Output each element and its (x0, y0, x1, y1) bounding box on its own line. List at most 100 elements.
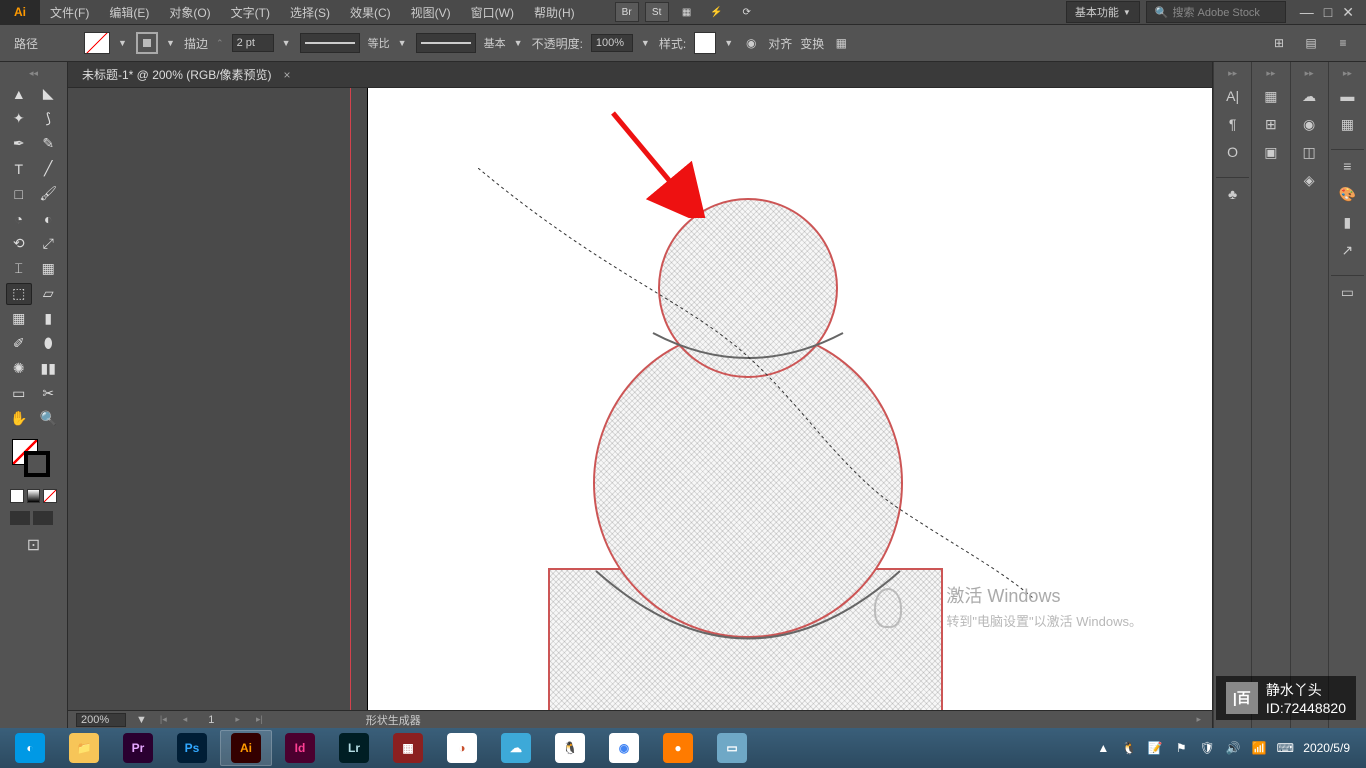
brushes-panel-icon[interactable]: ▬ (1331, 84, 1364, 108)
stroke-profile-preview[interactable] (416, 33, 476, 53)
rectangle-tool[interactable]: □ (6, 183, 32, 205)
brush-tool[interactable]: 🖌 (35, 183, 61, 205)
menu-file[interactable]: 文件(F) (40, 4, 99, 21)
taskbar-app-0[interactable]: ◐ (4, 730, 56, 766)
menu-object[interactable]: 对象(O) (159, 4, 220, 21)
dock-collapse-3[interactable]: ▸▸ (1293, 66, 1326, 80)
document-tab-close[interactable]: × (284, 68, 291, 82)
isolate-icon[interactable]: ▦ (832, 34, 850, 52)
eraser-tool[interactable]: ◐ (35, 208, 61, 230)
menu-view[interactable]: 视图(V) (401, 4, 461, 21)
taskbar-app-3[interactable]: Ps (166, 730, 218, 766)
eyedropper-tool[interactable]: ✐ (6, 333, 32, 355)
edit-toolbar-icon[interactable]: ⊡ (4, 535, 63, 555)
window-minimize[interactable]: — (1300, 4, 1314, 21)
window-close[interactable]: ✕ (1342, 4, 1354, 21)
tray-network-icon[interactable]: 📶 (1251, 740, 1267, 756)
taskbar-app-8[interactable]: ◑ (436, 730, 488, 766)
taskbar-app-6[interactable]: Lr (328, 730, 380, 766)
taskbar-app-9[interactable]: ☁ (490, 730, 542, 766)
type-tool[interactable]: T (6, 158, 32, 180)
menu-select[interactable]: 选择(S) (280, 4, 340, 21)
tray-ime-icon[interactable]: ⌨ (1277, 740, 1293, 756)
asset-export-icon[interactable]: ↗ (1331, 238, 1364, 262)
artboard-first[interactable]: |◂ (157, 714, 170, 725)
guide-line[interactable] (350, 88, 351, 710)
taskbar-app-4[interactable]: Ai (220, 730, 272, 766)
magic-wand-tool[interactable]: ✦ (6, 108, 32, 130)
opentype-panel-icon[interactable]: O (1216, 140, 1249, 164)
color-mode-none[interactable] (43, 489, 57, 503)
rotate-tool[interactable]: ⟲ (6, 233, 32, 255)
color-mode-gradient[interactable] (27, 489, 41, 503)
paragraph-panel-icon[interactable]: ¶ (1216, 112, 1249, 136)
symbols-panel-icon[interactable]: ♣ (1216, 182, 1249, 206)
selection-tool[interactable]: ▲ (6, 83, 32, 105)
gradient-panel-icon[interactable]: ▮ (1331, 210, 1364, 234)
graphic-style-swatch[interactable] (694, 32, 716, 54)
pen-tool[interactable]: ✒ (6, 133, 32, 155)
width-tool[interactable]: ⌶ (6, 258, 32, 280)
opacity-input[interactable] (591, 34, 633, 52)
character-panel-icon[interactable]: A| (1216, 84, 1249, 108)
stroke-dash-preview[interactable] (300, 33, 360, 53)
tray-flag-icon[interactable]: ⚑ (1173, 740, 1189, 756)
artboard-prev[interactable]: ◂ (180, 714, 191, 725)
align-link[interactable]: 对齐 (768, 35, 792, 52)
stroke-dropdown[interactable]: ▼ (166, 38, 176, 48)
transform-panel-icon[interactable]: ⊞ (1254, 112, 1287, 136)
scale-tool[interactable]: ⤢ (35, 233, 61, 255)
cc-libraries-icon[interactable]: ☁ (1293, 84, 1326, 108)
bridge-icon[interactable]: Br (615, 2, 639, 22)
taskbar-app-12[interactable]: ● (652, 730, 704, 766)
mesh-tool[interactable]: ▦ (6, 308, 32, 330)
taskbar-app-5[interactable]: Id (274, 730, 326, 766)
panel-essentials-icon[interactable]: ▤ (1302, 34, 1320, 52)
taskbar-app-2[interactable]: Pr (112, 730, 164, 766)
menu-help[interactable]: 帮助(H) (524, 4, 585, 21)
fill-stroke-control[interactable] (4, 439, 63, 483)
document-tab[interactable]: 未标题-1* @ 200% (RGB/像素预览) × (68, 62, 1212, 88)
graph-tool[interactable]: ▮▮ (35, 358, 61, 380)
artboards-panel-icon[interactable]: ▭ (1331, 280, 1364, 304)
shaper-tool[interactable]: ◔ (6, 208, 32, 230)
artboard-last[interactable]: ▸| (253, 714, 266, 725)
stroke-swatch[interactable] (136, 32, 158, 54)
swatches-panel-icon[interactable]: ▦ (1331, 112, 1364, 136)
transform-link[interactable]: 变换 (800, 35, 824, 52)
window-maximize[interactable]: □ (1324, 4, 1332, 21)
properties-panel-icon[interactable]: ▦ (1254, 84, 1287, 108)
lasso-tool[interactable]: ⟆ (35, 108, 61, 130)
shape-builder-tool[interactable]: ⬚ (6, 283, 32, 305)
tools-collapse-icon[interactable]: ◂◂ (4, 68, 63, 81)
fill-swatch[interactable] (84, 32, 110, 54)
panel-layout-icon[interactable]: ⊞ (1270, 34, 1288, 52)
curvature-tool[interactable]: ✎ (35, 133, 61, 155)
symbol-tool[interactable]: ✺ (6, 358, 32, 380)
artboard-next[interactable]: ▸ (232, 714, 243, 725)
tray-expand-icon[interactable]: ▲ (1095, 740, 1111, 756)
screen-mode-full[interactable] (33, 511, 53, 525)
gpu-icon[interactable]: ⚡ (705, 2, 729, 22)
layers-panel-icon[interactable]: ◈ (1293, 168, 1326, 192)
stock-search[interactable]: 🔍搜索 Adobe Stock (1146, 1, 1286, 23)
fill-dropdown[interactable]: ▼ (118, 38, 128, 48)
dock-collapse-1[interactable]: ▸▸ (1216, 66, 1249, 80)
tray-qq-icon[interactable]: 🐧 (1121, 740, 1137, 756)
gradient-tool[interactable]: ▮ (35, 308, 61, 330)
graphic-styles-icon[interactable]: ◫ (1293, 140, 1326, 164)
menu-edit[interactable]: 编辑(E) (99, 4, 159, 21)
hand-tool[interactable]: ✋ (6, 408, 32, 430)
tray-shield-icon[interactable]: 🛡 (1199, 740, 1215, 756)
zoom-level-input[interactable]: 200% (76, 713, 126, 727)
sync-icon[interactable]: ⟳ (735, 2, 759, 22)
panel-menu-icon[interactable]: ≡ (1334, 34, 1352, 52)
dock-collapse-2[interactable]: ▸▸ (1254, 66, 1287, 80)
slice-tool[interactable]: ✂ (35, 383, 61, 405)
pathfinder-panel-icon[interactable]: ▣ (1254, 140, 1287, 164)
canvas-viewport[interactable]: 激活 Windows 转到"电脑设置"以激活 Windows。 (68, 88, 1212, 710)
stock-icon[interactable]: St (645, 2, 669, 22)
stroke-color-swatch[interactable] (24, 451, 50, 477)
taskbar-app-1[interactable]: 📁 (58, 730, 110, 766)
tray-note-icon[interactable]: 📝 (1147, 740, 1163, 756)
